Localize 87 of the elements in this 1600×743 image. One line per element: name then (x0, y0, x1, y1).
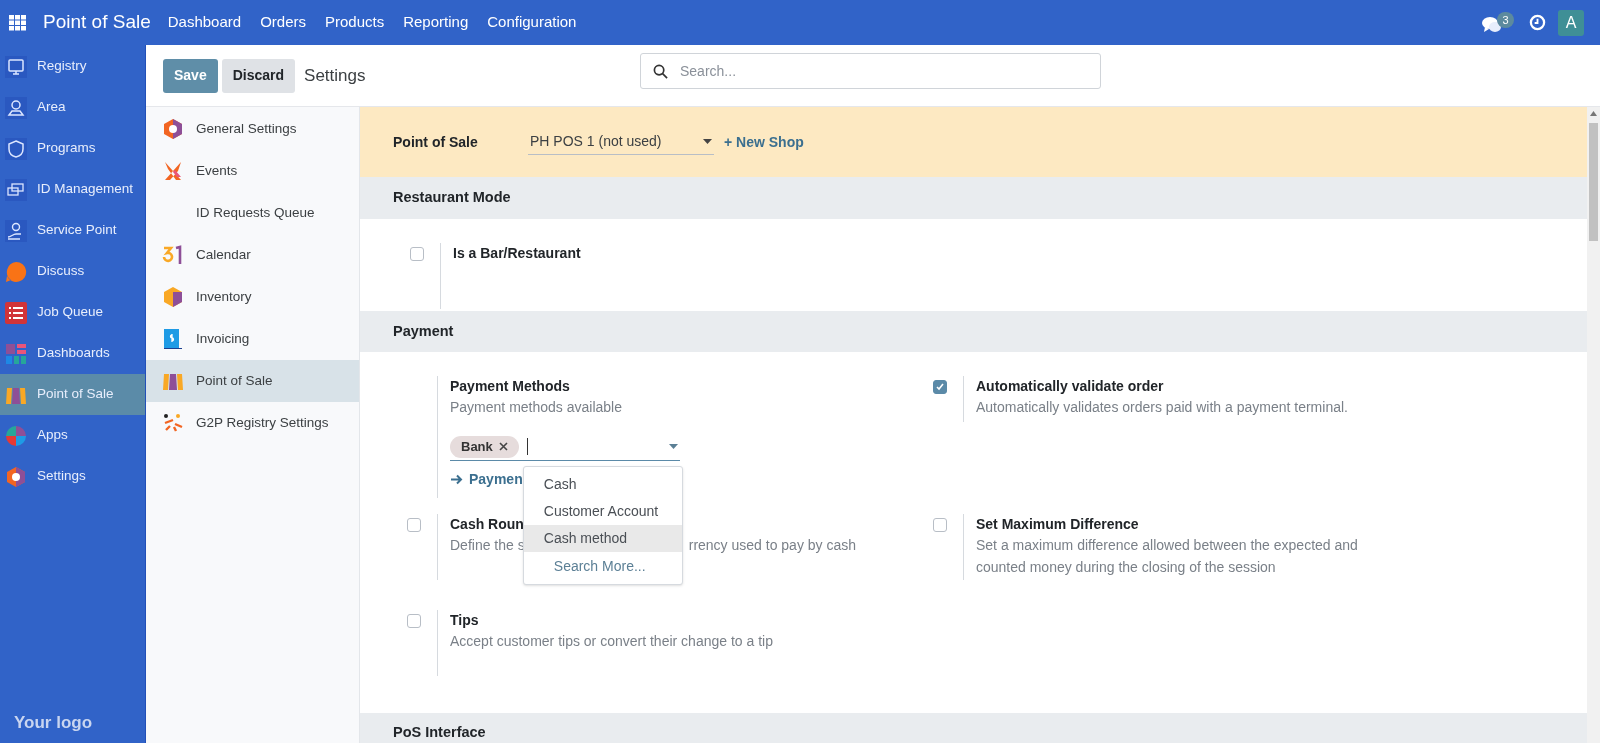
search-field[interactable]: Search... (640, 53, 1101, 89)
sidebar-item[interactable]: Dashboards (0, 333, 145, 374)
text-cursor (526, 438, 528, 455)
settings-nav-item[interactable]: Point of Sale (146, 360, 359, 402)
setting-title: Cash Roun (450, 515, 525, 534)
setting-description: rrency used to pay by cash (688, 536, 857, 555)
clock-icon[interactable] (1529, 14, 1546, 31)
checkbox[interactable] (410, 247, 424, 261)
scrollbar-thumb[interactable] (1589, 123, 1598, 241)
notification-badge: 3 (1497, 11, 1514, 28)
pie-icon (5, 424, 27, 447)
setting-title: Payment Methods (450, 377, 571, 396)
sidebar-item[interactable]: Programs (0, 128, 145, 169)
calendar-icon (162, 244, 184, 266)
search-more-option[interactable]: Search More... (523, 552, 682, 580)
page-title: Settings (304, 64, 366, 87)
checkbox[interactable] (407, 614, 421, 628)
sidebar-item[interactable]: Point of Sale (0, 374, 145, 415)
menu-item[interactable]: Configuration (487, 11, 577, 34)
settings-nav-item[interactable]: Calendar (146, 234, 359, 276)
sidebar-item[interactable]: Discuss (0, 251, 145, 292)
dropdown-option[interactable]: Customer Account (523, 498, 682, 525)
sidebar-item[interactable]: Registry (0, 46, 145, 87)
sidebar-item[interactable]: Settings (0, 456, 145, 497)
shop-select[interactable]: PH POS 1 (not used) (528, 129, 714, 155)
settings-nav-item[interactable]: Invoicing (146, 318, 359, 360)
setting-description: Accept customer tips or convert their change to a tip (450, 632, 773, 651)
arrow-right-icon (450, 474, 463, 485)
search-icon (653, 63, 668, 79)
apps-grid-icon[interactable] (9, 14, 27, 31)
section-header: PoS Interface (360, 713, 1587, 743)
discard-button[interactable]: Discard (221, 58, 296, 93)
hexagon-icon (5, 465, 27, 488)
caret-icon[interactable] (669, 444, 678, 449)
invoice-icon (162, 328, 184, 350)
logo-text: Your logo (14, 711, 93, 734)
menu-item[interactable]: Reporting (403, 11, 469, 34)
monitor-icon (5, 55, 27, 78)
new-shop-link[interactable]: + New Shop (724, 131, 804, 153)
save-button[interactable]: Save (163, 58, 218, 93)
list-icon (5, 301, 27, 324)
sidebar-item[interactable]: ID Management (0, 169, 145, 210)
settings-nav-item[interactable]: Events (146, 150, 359, 192)
settings-nav-item[interactable]: General Settings (146, 108, 359, 150)
sidebar-item[interactable]: Area (0, 87, 145, 128)
chat-bubble-icon (5, 260, 27, 283)
shop-label: Point of Sale (393, 132, 479, 152)
setting-description: Set a maximum difference allowed between the expected and counted money during the closing of the session (976, 536, 1359, 577)
dots-icon (162, 412, 184, 434)
section-header: Restaurant Mode (360, 177, 1587, 219)
sidebar-item[interactable]: Apps (0, 415, 145, 456)
search-input[interactable]: Search... (680, 60, 1088, 82)
app-title[interactable]: Point of Sale (43, 8, 151, 37)
dropdown-option[interactable]: Cash method (523, 525, 682, 552)
section-header: Payment (360, 311, 1587, 352)
setting-title: Automatically validate order (976, 377, 1165, 396)
person-hand-icon (5, 219, 27, 242)
location-pin-icon (5, 96, 27, 119)
checkbox[interactable] (407, 518, 421, 532)
menu-item[interactable]: Dashboard (167, 11, 242, 34)
scrollbar[interactable] (1587, 107, 1600, 743)
sidebar-item[interactable]: Service Point (0, 210, 145, 251)
cube-icon (162, 286, 184, 308)
checkbox[interactable] (933, 518, 947, 532)
setting-title: Tips (450, 611, 480, 630)
tag[interactable]: Bank (450, 435, 519, 458)
dropdown-option[interactable]: Cash (523, 471, 682, 498)
sidebar-item[interactable]: Job Queue (0, 292, 145, 333)
close-icon[interactable] (498, 442, 508, 451)
setting-description: Payment methods available (450, 398, 623, 417)
settings-nav-item[interactable]: ID Requests Queue (146, 192, 359, 234)
menu-item[interactable]: Products (325, 11, 385, 34)
settings-nav-item[interactable]: Inventory (146, 276, 359, 318)
setting-title: Set Maximum Difference (976, 515, 1140, 534)
hexagon-icon (162, 118, 184, 140)
checkbox[interactable] (933, 380, 947, 394)
payment-methods-link[interactable]: Paymen (469, 469, 523, 490)
arrow-up-icon[interactable] (1590, 111, 1597, 116)
setting-title: Is a Bar/Restaurant (453, 244, 581, 263)
settings-nav-item[interactable]: G2P Registry Settings (146, 402, 359, 444)
setting-description: Automatically validates orders paid with a payment terminal. (976, 398, 1348, 417)
caret-icon (703, 139, 712, 144)
shield-icon (5, 137, 27, 160)
menu-item[interactable]: Orders (260, 11, 306, 34)
dashboard-icon (5, 342, 27, 365)
user-avatar[interactable]: A (1558, 9, 1584, 36)
cards-icon (5, 178, 27, 201)
